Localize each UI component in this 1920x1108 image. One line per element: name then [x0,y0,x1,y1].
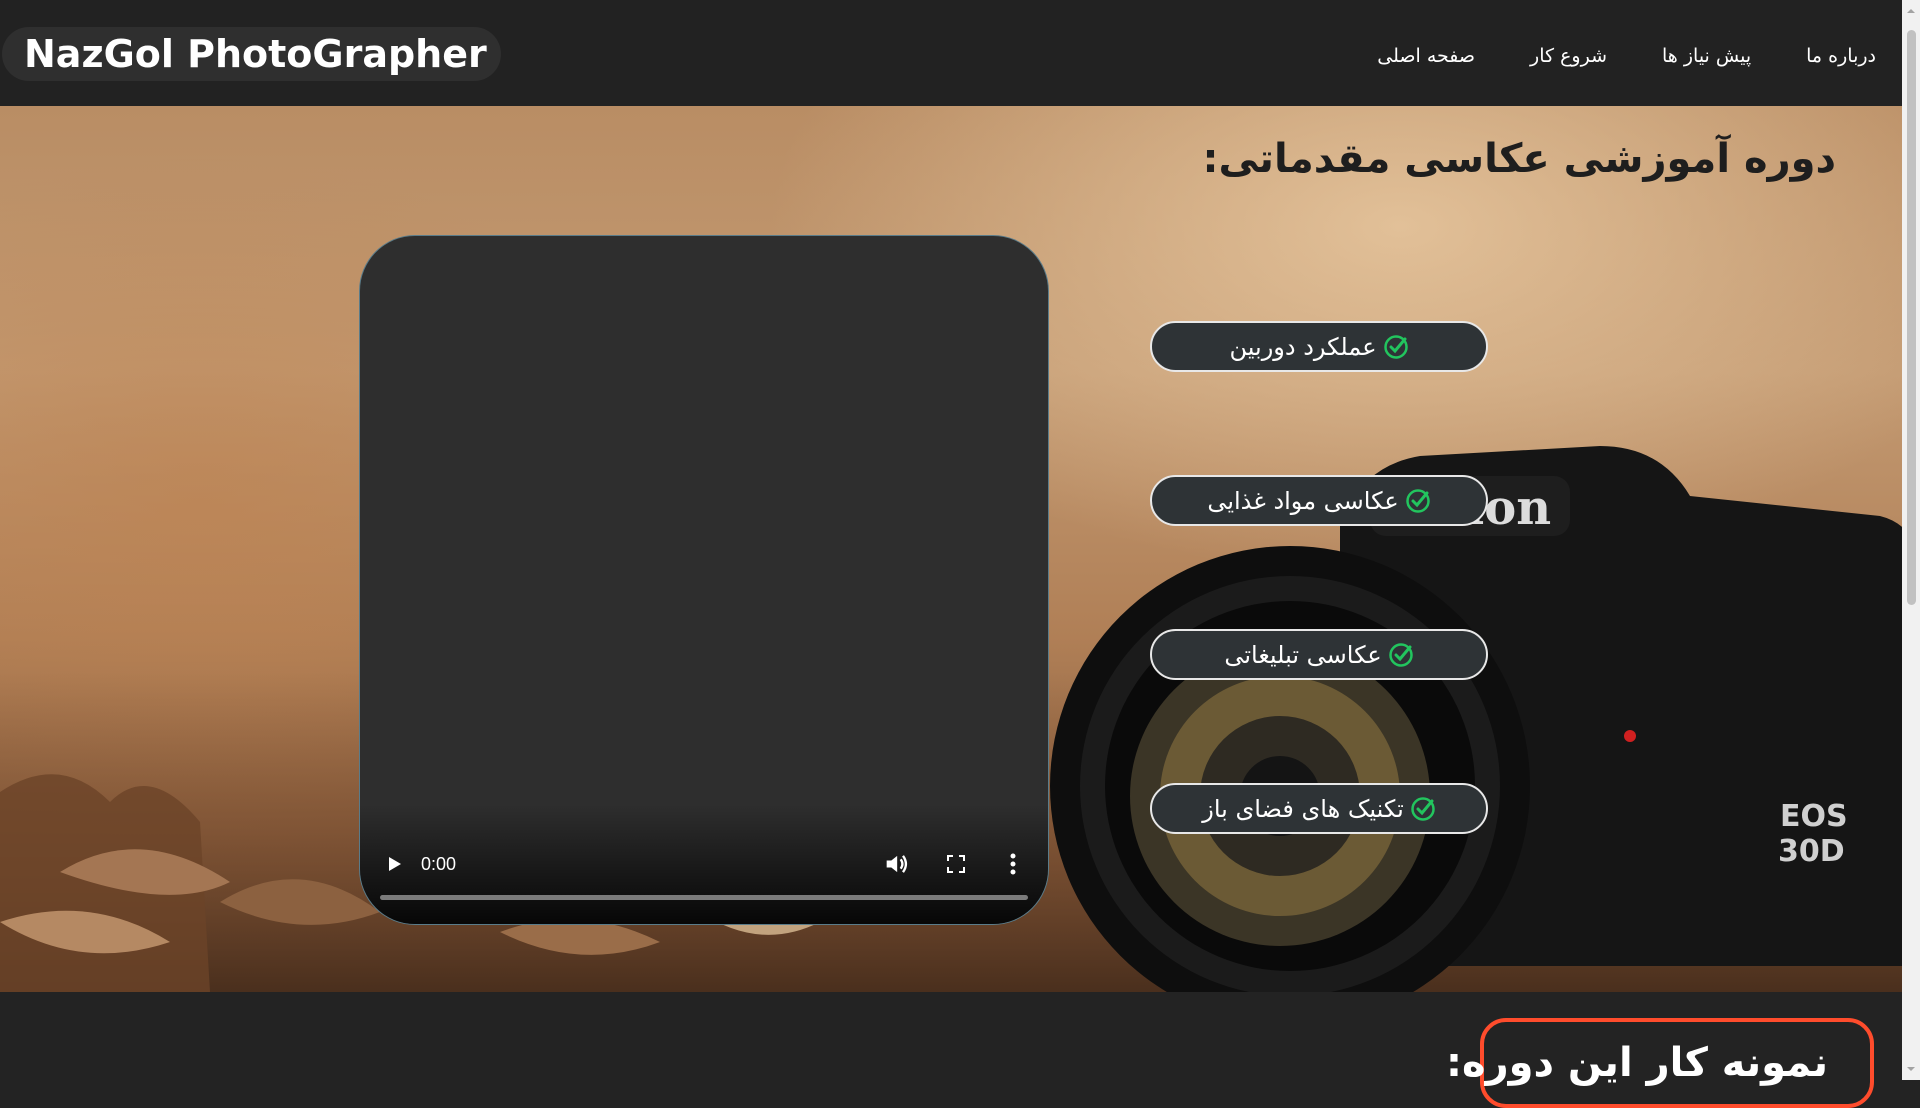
course-video-player[interactable]: 0:00 [360,236,1048,924]
scroll-up-arrow-icon[interactable] [1906,6,1916,16]
video-time: 0:00 [421,854,457,874]
check-circle-icon [1411,796,1435,821]
site-header: NazGol PhotoGrapher صفحه اصلی شروع کار پ… [0,0,1902,106]
play-icon[interactable] [382,852,406,876]
topic-label: عکاسی تبلیغاتی [1224,640,1382,669]
site-logo[interactable]: NazGol PhotoGrapher [2,27,501,81]
topic-pill-food-photography[interactable]: عکاسی مواد غذایی [1150,475,1488,526]
samples-heading-box: نمونه کار این دوره: [1446,1018,1874,1108]
video-controls: 0:00 [360,804,1048,924]
nav-link-prerequisites[interactable]: پیش نیاز ها [1662,36,1751,76]
check-circle-icon [1388,642,1413,667]
samples-title: نمونه کار این دوره: [1445,1040,1828,1086]
volume-icon[interactable] [882,850,910,878]
topic-label: عکاسی مواد غذایی [1207,486,1399,515]
more-vertical-icon[interactable] [1006,850,1020,878]
main-nav: صفحه اصلی شروع کار پیش نیاز ها درباره ما [1377,36,1876,76]
svg-text:EOS: EOS [1780,799,1848,834]
topic-pill-outdoor-techniques[interactable]: تکنیک های فضای باز [1150,783,1488,834]
page-scrollbar[interactable] [1902,0,1920,1080]
svg-text:30D: 30D [1778,834,1845,869]
topic-pill-advertising-photography[interactable]: عکاسی تبلیغاتی [1150,629,1488,680]
hero-section: Canon EOS 30D دوره آموزشی عکاسی مقدماتی:… [0,106,1902,992]
nav-link-about[interactable]: درباره ما [1806,36,1876,76]
topic-pill-camera-function[interactable]: عملکرد دوربین [1150,321,1488,372]
scroll-down-arrow-icon[interactable] [1906,1064,1916,1074]
check-circle-icon [1383,334,1408,359]
nav-link-home[interactable]: صفحه اصلی [1377,36,1475,76]
hero-title: دوره آموزشی عکاسی مقدماتی: [1202,136,1836,182]
topic-label: تکنیک های فضای باز [1202,794,1404,823]
check-circle-icon [1405,488,1430,513]
topic-label: عملکرد دوربین [1229,332,1377,361]
video-progress-bar[interactable] [380,895,1028,900]
scrollbar-thumb[interactable] [1907,30,1916,605]
fullscreen-icon[interactable] [944,852,968,876]
nav-link-get-started[interactable]: شروع کار [1530,36,1607,76]
